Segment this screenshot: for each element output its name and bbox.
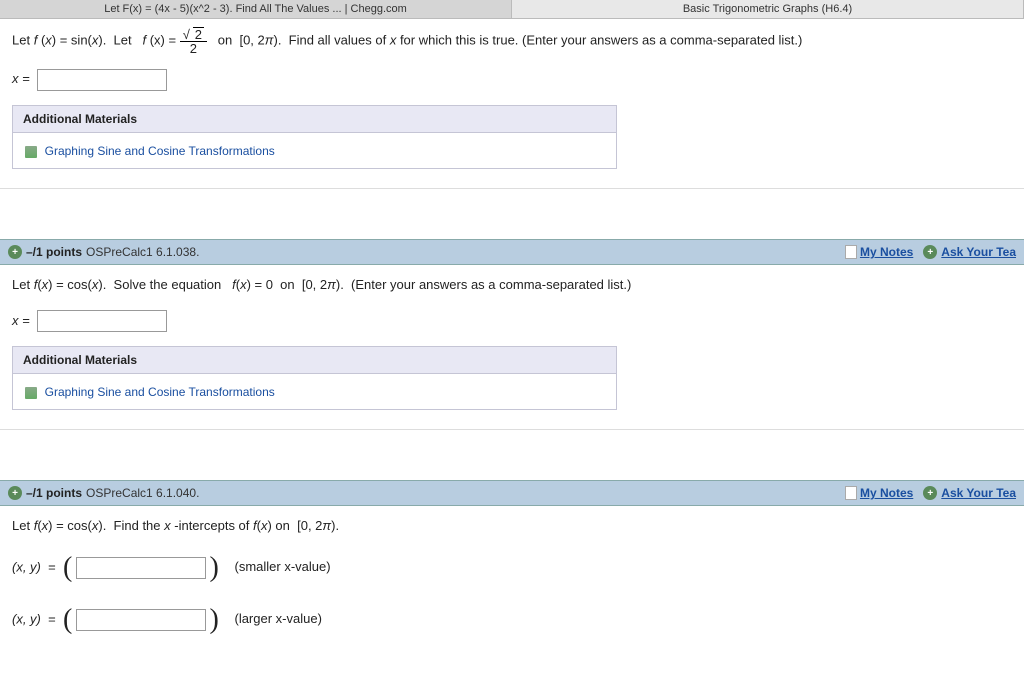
question-1-prompt: Let f (x) = sin(x). Let f (x) = 2 2 on [… bbox=[0, 19, 1024, 63]
materials-header: Additional Materials bbox=[12, 346, 617, 374]
additional-materials-2: Additional Materials Graphing Sine and C… bbox=[12, 346, 617, 410]
question-3-prompt: Let f(x) = cos(x). Find the x -intercept… bbox=[0, 506, 1024, 545]
paren-open: ( bbox=[63, 604, 72, 635]
expand-icon[interactable]: + bbox=[8, 245, 22, 259]
larger-label: (larger x-value) bbox=[234, 611, 321, 626]
additional-materials-1: Additional Materials Graphing Sine and C… bbox=[12, 105, 617, 169]
answer-input-q3-smaller[interactable] bbox=[76, 557, 206, 579]
note-icon bbox=[845, 245, 857, 259]
sqrt-value: 2 bbox=[193, 27, 204, 41]
answer-row-2: x = bbox=[0, 304, 1024, 346]
ask-teacher-link[interactable]: Ask Your Tea bbox=[941, 245, 1016, 259]
question-2: + –/1 points OSPreCalc1 6.1.038. My Note… bbox=[0, 239, 1024, 430]
materials-link-2[interactable]: Graphing Sine and Cosine Transformations bbox=[45, 385, 275, 399]
paren-close: ) bbox=[210, 604, 219, 635]
my-notes-link[interactable]: My Notes bbox=[860, 486, 913, 500]
ask-teacher-link[interactable]: Ask Your Tea bbox=[941, 486, 1016, 500]
tab-trig-graphs[interactable]: Basic Trigonometric Graphs (H6.4) bbox=[512, 0, 1024, 18]
answer-input-q2[interactable] bbox=[37, 310, 167, 332]
fraction: 2 2 bbox=[180, 27, 207, 55]
expand-icon[interactable]: + bbox=[8, 486, 22, 500]
paren-open: ( bbox=[63, 552, 72, 583]
tab-chegg[interactable]: Let F(x) = (4x - 5)(x^2 - 3). Find All T… bbox=[0, 0, 512, 18]
answer-row-1: x = bbox=[0, 63, 1024, 105]
browser-tabs: Let F(x) = (4x - 5)(x^2 - 3). Find All T… bbox=[0, 0, 1024, 19]
points-value: –/1 points bbox=[26, 245, 82, 259]
smaller-label: (smaller x-value) bbox=[234, 559, 330, 574]
x-equals-label: x = bbox=[12, 71, 30, 86]
book-icon bbox=[25, 146, 37, 158]
answer-row-3a: (x, y) = ( ) (smaller x-value) bbox=[0, 546, 1024, 598]
plus-icon[interactable]: + bbox=[923, 245, 937, 259]
x-equals-label: x = bbox=[12, 313, 30, 328]
question-source: OSPreCalc1 6.1.038. bbox=[86, 245, 199, 259]
points-value: –/1 points bbox=[26, 486, 82, 500]
plus-icon[interactable]: + bbox=[923, 486, 937, 500]
paren-close: ) bbox=[210, 552, 219, 583]
question-3: + –/1 points OSPreCalc1 6.1.040. My Note… bbox=[0, 480, 1024, 649]
book-icon bbox=[25, 387, 37, 399]
my-notes-link[interactable]: My Notes bbox=[860, 245, 913, 259]
answer-row-3b: (x, y) = ( ) (larger x-value) bbox=[0, 598, 1024, 650]
points-bar-3: + –/1 points OSPreCalc1 6.1.040. My Note… bbox=[0, 480, 1024, 506]
materials-link-1[interactable]: Graphing Sine and Cosine Transformations bbox=[45, 144, 275, 158]
question-1: Let f (x) = sin(x). Let f (x) = 2 2 on [… bbox=[0, 19, 1024, 189]
points-bar-2: + –/1 points OSPreCalc1 6.1.038. My Note… bbox=[0, 239, 1024, 265]
answer-input-q3-larger[interactable] bbox=[76, 609, 206, 631]
answer-input-q1[interactable] bbox=[37, 69, 167, 91]
note-icon bbox=[845, 486, 857, 500]
question-source: OSPreCalc1 6.1.040. bbox=[86, 486, 199, 500]
materials-header: Additional Materials bbox=[12, 105, 617, 133]
question-2-prompt: Let f(x) = cos(x). Solve the equation f(… bbox=[0, 265, 1024, 304]
